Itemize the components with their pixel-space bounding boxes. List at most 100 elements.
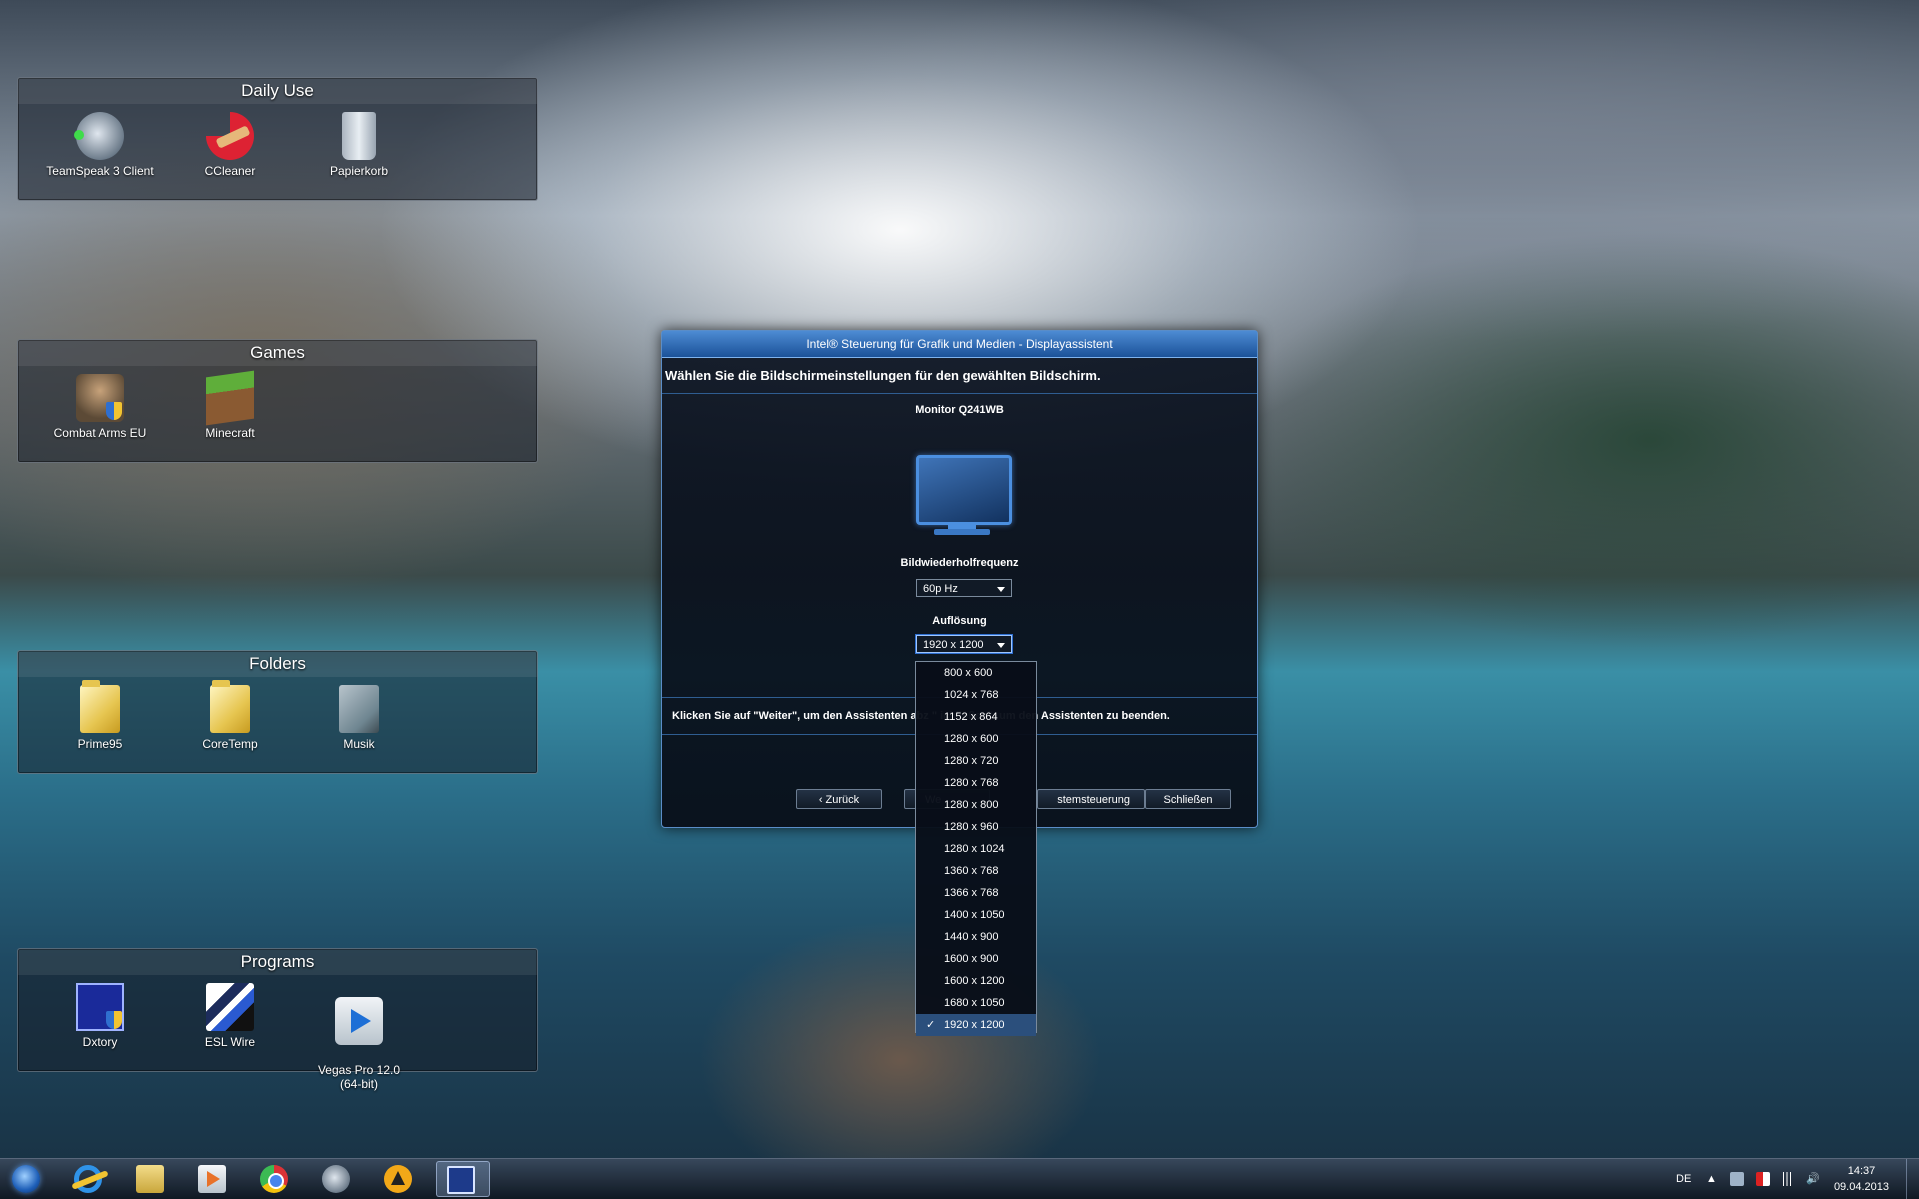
language-indicator[interactable]: DE	[1676, 1159, 1691, 1199]
folder-icon	[210, 680, 250, 733]
folder-icon	[80, 680, 120, 733]
system-clock[interactable]: 14:37 09.04.2013	[1834, 1163, 1889, 1195]
desktop-icon-label: Combat Arms EU	[53, 426, 147, 440]
volume-icon[interactable]: 🔊	[1806, 1159, 1820, 1199]
clock-date: 09.04.2013	[1833, 1181, 1889, 1193]
resolution-option-label: 1600 x 900	[944, 953, 999, 965]
refresh-rate-label: Bildwiederholfrequenz	[900, 557, 1019, 569]
desktop-icon-musik[interactable]: Musik	[299, 685, 419, 751]
tray-network-app-icon[interactable]	[1730, 1172, 1744, 1186]
resolution-option[interactable]: 1360 x 768	[916, 860, 1036, 882]
chevron-left-icon: ‹	[818, 794, 826, 806]
teamspeak-icon	[322, 1165, 350, 1193]
system-control-button[interactable]: stemsteuerung	[1037, 789, 1145, 809]
fence-title: Games	[18, 340, 537, 366]
resolution-option[interactable]: 1280 x 768	[916, 772, 1036, 794]
monitor-name: Monitor Q241WB	[915, 404, 1004, 416]
resolution-option[interactable]: 800 x 600	[916, 662, 1036, 684]
desktop-icon-prime95[interactable]: Prime95	[40, 680, 160, 751]
resolution-dropdown-list[interactable]: 800 x 600 1024 x 768 1152 x 864 1280 x 600 1…	[915, 661, 1037, 1036]
resolution-option[interactable]: 1400 x 1050	[916, 904, 1036, 926]
resolution-option[interactable]: 1280 x 720	[916, 750, 1036, 772]
desktop-icon-minecraft[interactable]: Minecraft	[170, 370, 290, 440]
signal-strength-icon[interactable]	[1780, 1172, 1794, 1186]
resolution-option-label: 1280 x 960	[944, 821, 999, 833]
clock-time: 14:37	[1847, 1165, 1876, 1177]
desktop-icon-ccleaner[interactable]: CCleaner	[170, 112, 290, 178]
desktop-icon-label: TeamSpeak 3 Client	[46, 164, 154, 178]
resolution-option-label: 1280 x 600	[944, 733, 999, 745]
fence-games[interactable]: Games Combat Arms EU Minecraft	[17, 339, 538, 463]
teamspeak-icon	[74, 112, 124, 160]
resolution-option-label: 1366 x 768	[944, 887, 999, 899]
desktop-icon-label: Papierkorb	[329, 164, 389, 178]
resolution-option[interactable]: 1600 x 900	[916, 948, 1036, 970]
desktop-icon-coretemp[interactable]: CoreTemp	[170, 680, 290, 751]
chevron-down-icon	[997, 643, 1005, 648]
resolution-option-label: 1152 x 864	[944, 711, 998, 723]
resolution-option[interactable]: 1024 x 768	[916, 684, 1036, 706]
close-button[interactable]: Schließen	[1145, 789, 1231, 809]
vegas-pro-icon	[335, 997, 383, 1045]
ccleaner-icon	[206, 112, 254, 160]
resolution-option-label: 1920 x 1200	[944, 1019, 1005, 1031]
fence-title: Daily Use	[18, 78, 537, 104]
tray-expand-icon[interactable]: ▲	[1706, 1159, 1717, 1199]
resolution-option-label: 1280 x 720	[944, 755, 999, 767]
resolution-option[interactable]: 1152 x 864	[916, 706, 1036, 728]
resolution-option[interactable]: 1366 x 768	[916, 882, 1036, 904]
fence-programs[interactable]: Programs Dxtory ESL Wire Vegas Pro 12.0 …	[17, 948, 538, 1091]
desktop-icon-esl-wire[interactable]: ESL Wire	[170, 983, 290, 1049]
internet-explorer-icon	[74, 1165, 102, 1193]
resolution-option-label: 1280 x 768	[944, 777, 999, 789]
taskbar-internet-explorer[interactable]	[64, 1161, 112, 1197]
taskbar-chrome[interactable]	[250, 1161, 298, 1197]
resolution-option-label: 1600 x 1200	[944, 975, 1005, 987]
refresh-rate-value: 60p Hz	[923, 583, 958, 595]
resolution-option-label: 1440 x 900	[944, 931, 999, 943]
refresh-rate-select[interactable]: 60p Hz	[916, 579, 1012, 597]
action-center-flag-icon[interactable]	[1756, 1172, 1770, 1186]
esl-wire-icon	[206, 983, 254, 1031]
taskbar-teamspeak[interactable]	[312, 1161, 360, 1197]
resolution-option-label: 1024 x 768	[944, 689, 999, 701]
resolution-option[interactable]: 1280 x 1024	[916, 838, 1036, 860]
desktop-icon-label: CoreTemp	[202, 737, 258, 751]
resolution-option[interactable]: 1280 x 800	[916, 794, 1036, 816]
resolution-option[interactable]: 1280 x 960	[916, 816, 1036, 838]
combat-arms-icon	[76, 374, 124, 422]
resolution-option[interactable]: ✓ 1920 x 1200	[916, 1014, 1036, 1036]
resolution-option[interactable]: 1280 x 600	[916, 728, 1036, 750]
resolution-value: 1920 x 1200	[923, 639, 984, 651]
dialog-title: Intel® Steuerung für Grafik und Medien -…	[662, 331, 1257, 358]
avast-icon	[384, 1165, 412, 1193]
resolution-select[interactable]: 1920 x 1200	[916, 635, 1012, 653]
desktop-icon-label: Prime95	[77, 737, 123, 751]
resolution-option[interactable]: 1600 x 1200	[916, 970, 1036, 992]
resolution-option-label: 1280 x 800	[944, 799, 999, 811]
fence-folders[interactable]: Folders Prime95 CoreTemp Musik	[17, 650, 538, 774]
resolution-option[interactable]: 1680 x 1050	[916, 992, 1036, 1014]
media-player-icon	[198, 1165, 226, 1193]
taskbar-intel-graphics[interactable]	[436, 1161, 490, 1197]
show-desktop-button[interactable]	[1906, 1159, 1919, 1199]
taskbar: DE ▲ 🔊 14:37 09.04.2013	[0, 1158, 1919, 1199]
fence-daily-use[interactable]: Daily Use TeamSpeak 3 Client CCleaner Pa…	[17, 77, 538, 201]
desktop-icon-recycle-bin[interactable]: Papierkorb	[299, 112, 419, 178]
windows-orb-icon	[12, 1165, 40, 1193]
desktop-icon-vegas-pro[interactable]: Vegas Pro 12.0 (64-bit)	[299, 983, 419, 1105]
start-button[interactable]	[2, 1161, 50, 1197]
desktop-icon-combat-arms[interactable]: Combat Arms EU	[40, 374, 160, 440]
resolution-option[interactable]: 1440 x 900	[916, 926, 1036, 948]
taskbar-media-player[interactable]	[188, 1161, 236, 1197]
taskbar-avast[interactable]	[374, 1161, 422, 1197]
desktop-icon-label: Dxtory	[82, 1035, 118, 1049]
resolution-option-label: 1360 x 768	[944, 865, 999, 877]
chevron-down-icon	[997, 587, 1005, 592]
taskbar-explorer[interactable]	[126, 1161, 174, 1197]
back-button[interactable]: ‹ Zurück	[796, 789, 882, 809]
desktop-icon-teamspeak[interactable]: TeamSpeak 3 Client	[40, 112, 160, 178]
resolution-option-label: 800 x 600	[944, 667, 993, 679]
resolution-option-label: 1280 x 1024	[944, 843, 1005, 855]
desktop-icon-dxtory[interactable]: Dxtory	[40, 983, 160, 1049]
